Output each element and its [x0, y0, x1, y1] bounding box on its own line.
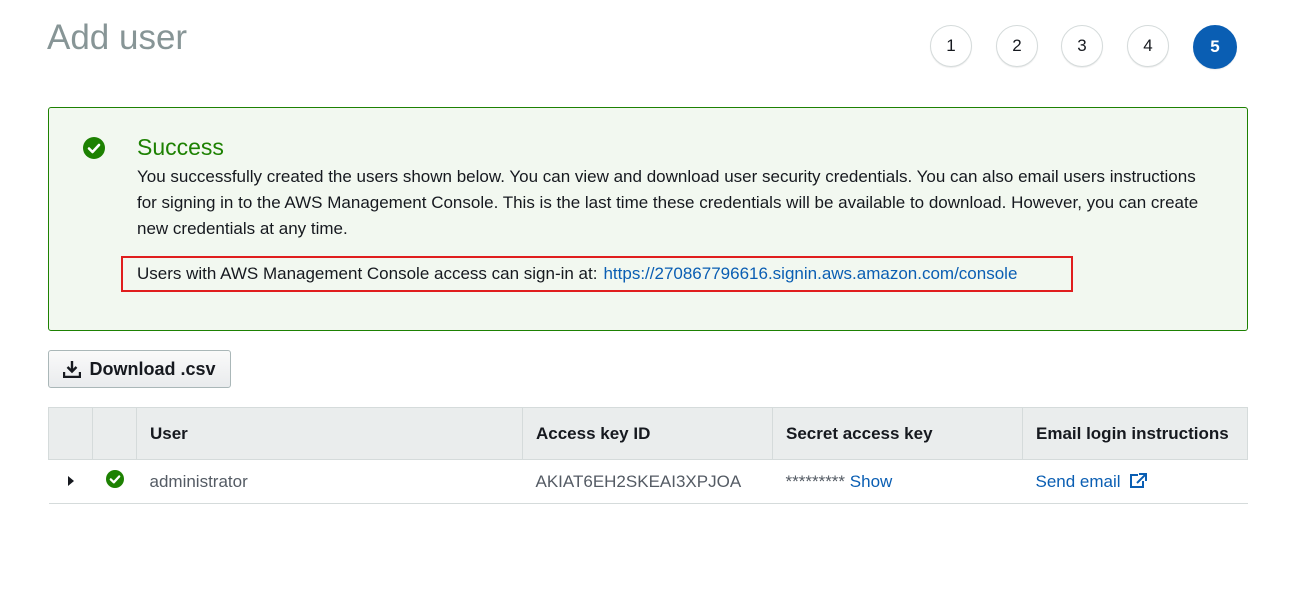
alert-message: You successfully created the users shown… — [137, 167, 1199, 238]
table-header-row: User Access key ID Secret access key Ema… — [48, 407, 1248, 460]
access-key-column-header[interactable]: Access key ID — [522, 407, 773, 460]
table-row: administrator AKIAT6EH2SKEAI3XPJOA *****… — [48, 459, 1248, 504]
success-alert: Success You successfully created the use… — [48, 107, 1248, 331]
user-column-header[interactable]: User — [136, 407, 523, 460]
show-secret-link[interactable]: Show — [850, 472, 893, 491]
signin-label: Users with AWS Management Console access… — [137, 264, 598, 283]
success-status-icon — [105, 470, 124, 488]
download-icon — [63, 361, 82, 378]
step-3[interactable]: 3 — [1061, 25, 1103, 67]
caret-right-icon[interactable] — [66, 475, 76, 487]
users-table: User Access key ID Secret access key Ema… — [48, 407, 1248, 504]
send-email-link[interactable]: Send email — [1036, 472, 1121, 491]
user-name-cell: administrator — [136, 459, 523, 504]
success-check-icon — [83, 137, 105, 159]
secret-key-column-header[interactable]: Secret access key — [772, 407, 1023, 460]
expand-cell[interactable] — [48, 459, 93, 504]
status-column-header — [92, 407, 137, 460]
external-link-icon[interactable] — [1129, 472, 1148, 489]
secret-key-cell: ********* Show — [772, 459, 1023, 504]
step-2[interactable]: 2 — [996, 25, 1038, 67]
signin-url-highlight: Users with AWS Management Console access… — [121, 256, 1073, 292]
alert-title: Success — [137, 134, 224, 160]
email-login-column-header[interactable]: Email login instructions — [1022, 407, 1248, 460]
email-cell: Send email — [1022, 459, 1248, 504]
signin-url-link[interactable]: https://270867796616.signin.aws.amazon.c… — [603, 264, 1017, 284]
status-cell — [92, 459, 137, 504]
download-csv-button[interactable]: Download .csv — [48, 350, 231, 388]
access-key-id-cell: AKIAT6EH2SKEAI3XPJOA — [522, 459, 773, 504]
expand-column-header — [48, 407, 93, 460]
wizard-steps: 1 2 3 4 5 — [0, 25, 1310, 71]
secret-masked-value: ********* — [785, 471, 846, 491]
step-4[interactable]: 4 — [1127, 25, 1169, 67]
step-5-current[interactable]: 5 — [1193, 25, 1237, 69]
step-1[interactable]: 1 — [930, 25, 972, 67]
download-csv-label: Download .csv — [89, 358, 216, 379]
